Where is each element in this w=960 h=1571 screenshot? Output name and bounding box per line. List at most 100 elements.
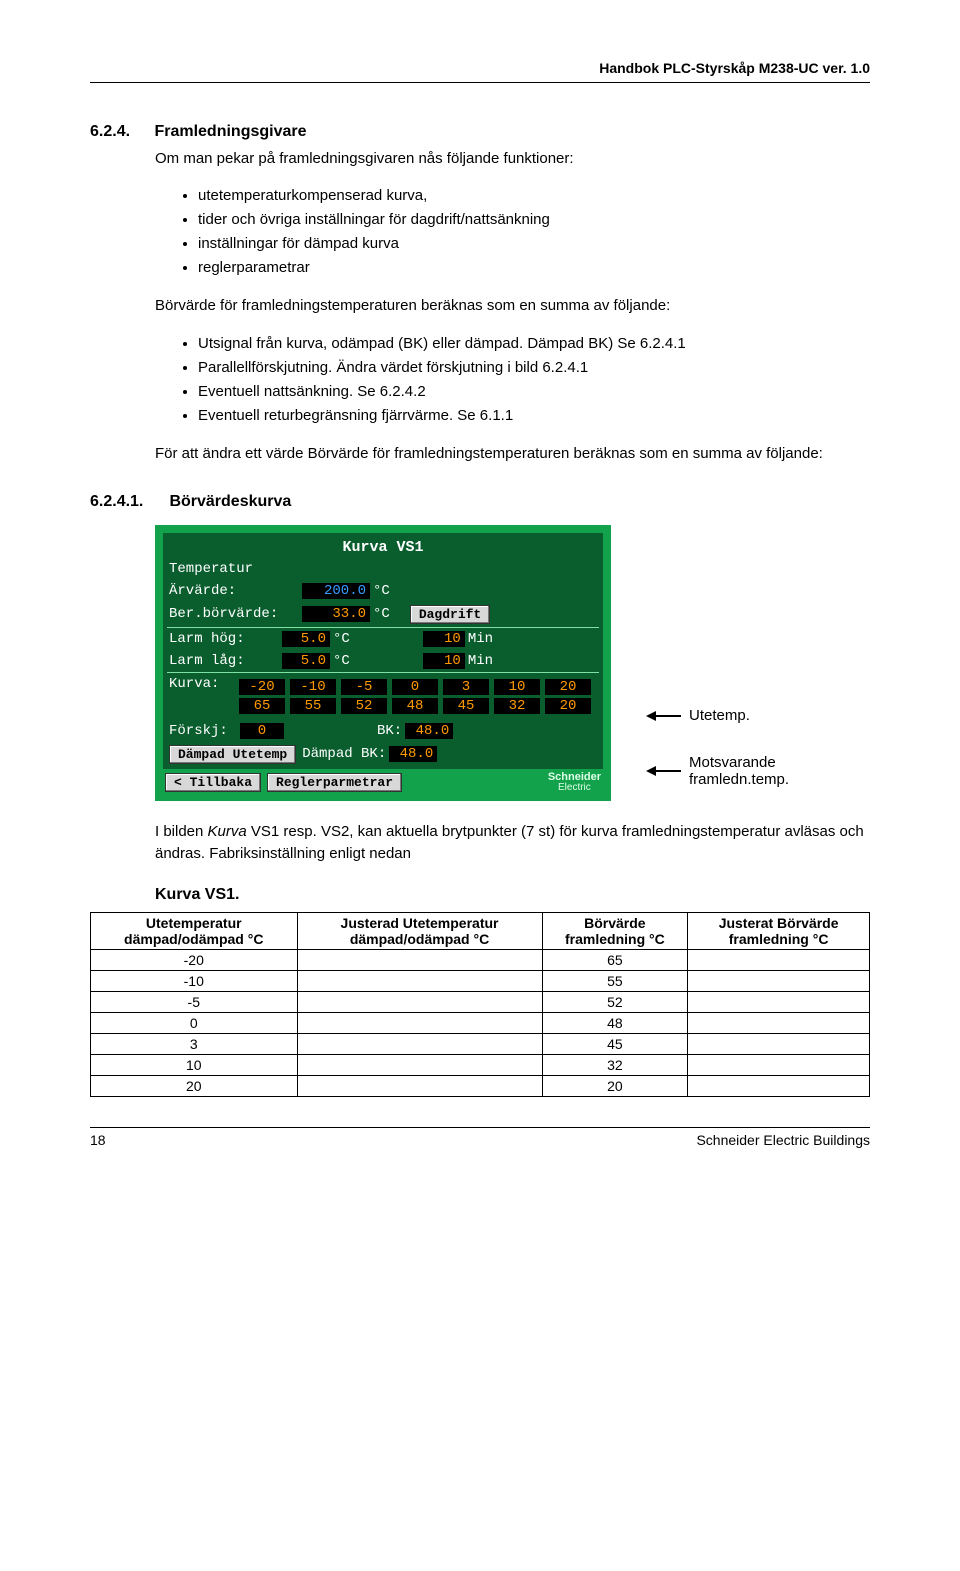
subsection-title: Börvärdeskurva [169,493,291,510]
dampad-bk-value: 48.0 [389,746,437,762]
kurva-cell[interactable]: 20 [545,698,591,714]
bullet-list-2: Utsignal från kurva, odämpad (BK) eller … [170,332,870,428]
dagdrift-button[interactable]: Dagdrift [410,605,490,624]
larm-hog-unit: °C [333,631,350,647]
table-cell: 32 [542,1054,688,1075]
table-row: 2020 [91,1075,870,1096]
kurva-heading: Kurva VS1. [155,886,870,904]
table-cell: 10 [91,1054,298,1075]
kurva-cell[interactable]: 10 [494,679,540,695]
larm-lag-min-value[interactable]: 10 [423,653,465,669]
table-cell [688,970,870,991]
temperature-label: Temperatur [167,558,599,580]
kurva-cell[interactable]: -5 [341,679,387,695]
subsection-heading: 6.2.4.1. Börvärdeskurva [90,493,870,511]
arrow-icon [646,711,656,721]
kurva-cell[interactable]: 52 [341,698,387,714]
dampad-bk-label: Dämpad BK: [302,746,386,762]
kurva-cell[interactable]: 0 [392,679,438,695]
larm-hog-value[interactable]: 5.0 [282,631,330,647]
annotation-framledn: Motsvarande framledn.temp. [689,754,789,788]
forskj-label: Förskj: [169,723,237,739]
larm-lag-value[interactable]: 5.0 [282,653,330,669]
table-cell: 45 [542,1033,688,1054]
table-cell: 48 [542,1012,688,1033]
bk-value: 48.0 [405,723,453,739]
kurva-cell[interactable]: 3 [443,679,489,695]
table-cell [297,991,542,1012]
section-number: 6.2.4. [90,123,150,141]
footer-brand: Schneider Electric Buildings [696,1132,870,1148]
ber-unit: °C [373,606,390,622]
list-item: Eventuell returbegränsning fjärrvärme. S… [198,404,870,428]
list-item: utetemperaturkompenserad kurva, [198,184,870,208]
forskj-value[interactable]: 0 [240,723,284,739]
bullet-list-1: utetemperaturkompenserad kurva, tider oc… [170,184,870,280]
table-row: -1055 [91,970,870,991]
kurva-cell[interactable]: -20 [239,679,285,695]
table-cell [688,991,870,1012]
section-heading: 6.2.4. Framledningsgivare [90,123,870,141]
section-title: Framledningsgivare [154,123,306,140]
table-cell: 20 [91,1075,298,1096]
table-cell [297,970,542,991]
table-cell [688,949,870,970]
table-cell: 65 [542,949,688,970]
table-cell: -5 [91,991,298,1012]
footer: 18 Schneider Electric Buildings [90,1132,870,1148]
kurva-cell[interactable]: 20 [545,679,591,695]
ber-label: Ber.börvärde: [169,606,299,622]
table-row: 0 48 [91,1012,870,1033]
table-cell: 0 [91,1012,298,1033]
section-intro: Om man pekar på framledningsgivaren nås … [155,147,870,170]
reglerparam-button[interactable]: Reglerparmetrar [267,773,402,792]
table-row: 3 45 [91,1033,870,1054]
list-item: Eventuell nattsänkning. Se 6.2.4.2 [198,380,870,404]
footer-rule [90,1127,870,1128]
section-para3: För att ändra ett värde Börvärde för fra… [155,442,870,465]
table-cell [297,1054,542,1075]
kurva-cell[interactable]: 32 [494,698,540,714]
table-cell [297,1012,542,1033]
larm-lag-min-unit: Min [468,653,493,669]
table-cell [297,1033,542,1054]
list-item: Parallellförskjutning. Ändra värdet förs… [198,356,870,380]
larm-hog-min-value[interactable]: 10 [423,631,465,647]
back-button[interactable]: < Tillbaka [165,773,261,792]
list-item: reglerparametrar [198,256,870,280]
panel-annotations: Utetemp. Motsvarande framledn.temp. [646,531,789,794]
kurva-cell[interactable]: 48 [392,698,438,714]
kurva-cell[interactable]: 45 [443,698,489,714]
page-number: 18 [90,1132,106,1148]
table-cell [297,1075,542,1096]
kurva-row-2: 65 55 52 48 45 32 20 [239,698,591,714]
table-cell: 3 [91,1033,298,1054]
larm-lag-unit: °C [333,653,350,669]
table-cell: -20 [91,949,298,970]
table-cell [688,1075,870,1096]
arrow-line [656,715,681,717]
kurva-cell[interactable]: 55 [290,698,336,714]
bk-label: BK: [377,723,402,739]
arrow-icon [646,766,656,776]
doc-header: Handbok PLC-Styrskåp M238-UC ver. 1.0 [90,60,870,76]
kurva-cell[interactable]: -10 [290,679,336,695]
section-para2: Börvärde för framledningstemperaturen be… [155,294,870,317]
subsection-number: 6.2.4.1. [90,493,165,511]
list-item: tider och övriga inställningar för dagdr… [198,208,870,232]
list-item: inställningar för dämpad kurva [198,232,870,256]
kurva-cell[interactable]: 65 [239,698,285,714]
larm-hog-label: Larm hög: [169,631,279,647]
larm-hog-min-unit: Min [468,631,493,647]
kurva-label: Kurva: [169,676,237,692]
larm-lag-label: Larm låg: [169,653,279,669]
arvarde-value[interactable]: 200.0 [302,583,370,599]
table-cell: 55 [542,970,688,991]
ber-value: 33.0 [302,606,370,622]
arvarde-unit: °C [373,583,390,599]
dampad-utetemp-button[interactable]: Dämpad Utetemp [169,745,296,764]
table-header-row: Utetemperatur dämpad/odämpad °C Justerad… [91,912,870,949]
plc-panel: Kurva VS1 Temperatur Ärvärde: 200.0 °C B… [155,525,611,801]
arvarde-label: Ärvärde: [169,583,299,599]
plc-title: Kurva VS1 [167,537,599,558]
